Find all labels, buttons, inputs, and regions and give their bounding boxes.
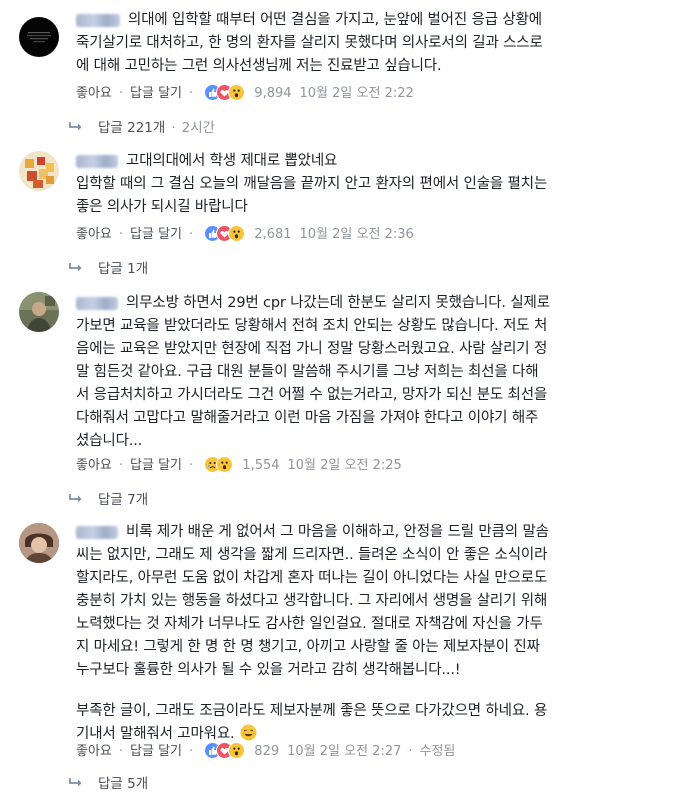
replies-row[interactable]: 답글 7개 [68, 488, 148, 508]
replies-row[interactable]: 답글 221개 · 2시간 [68, 116, 215, 136]
comment-line: 입학할 때의 그 결심 오늘의 깨달음을 끝까지 안고 환자의 편에서 인술을 … [76, 176, 548, 192]
comment-line: 다해줘서 고맙다고 말해줄거라고 이런 마음 가짐을 가져야 한다고 이야기 해… [76, 410, 539, 426]
comment-body: 의대에 입학할 때부터 어떤 결심을 가지고, 눈앞에 벌어진 응급 상황에 죽… [76, 9, 688, 78]
comment-line: 노력했다는 것 자체가 너무나도 감사한 일인걸요. 절대로 자책감에 자신을 … [76, 616, 543, 632]
comment-body: 고대의대에서 학생 제대로 뽑았네요 입학할 때의 그 결심 오늘의 깨달음을 … [76, 150, 688, 219]
smile-emoji-icon [240, 724, 257, 741]
commenter-name[interactable] [76, 296, 118, 310]
comment-timestamp[interactable]: 10월 2일 오전 2:36 [300, 227, 414, 242]
wow-reaction-icon [228, 742, 246, 759]
reply-arrow-icon [69, 122, 82, 131]
comment-line: 누구보다 훌륭한 의사가 될 수 있을 거라고 감히 생각해봅니다...! [76, 662, 461, 678]
like-link[interactable]: 좋아요 [76, 458, 112, 473]
reply-link[interactable]: 답글 달기 [130, 86, 182, 101]
wow-reaction-icon [216, 456, 234, 473]
comment-line: 씨는 없지만, 그래도 제 생각을 짧게 드리자면.. 들려온 소식이 안 좋은… [76, 547, 548, 563]
commenter-name[interactable] [76, 13, 120, 27]
avatar-image [19, 523, 59, 563]
comment-line: 에 대해 고민하는 그런 의사선생님께 저는 진료받고 싶습니다. [76, 58, 442, 74]
comment-line: 의대에 입학할 때부터 어떤 결심을 가지고, 눈앞에 벌어진 응급 상황에 [76, 9, 688, 32]
reaction-count[interactable]: 829 [254, 744, 279, 759]
edited-label[interactable]: 수정됨 [420, 744, 456, 759]
reply-arrow-icon [69, 263, 82, 272]
comment-timestamp[interactable]: 10월 2일 오전 2:27 [287, 744, 401, 759]
comment-line: 의무소방 하면서 29번 cpr 나갔는데 한분도 살리지 못했습니다. 실제로 [76, 292, 688, 315]
comment-line: 고대의대에서 학생 제대로 뽑았네요 [76, 150, 688, 173]
comment-line: 지 마세요! 그렇게 한 명 한 명 챙기고, 아끼고 사랑할 줄 아는 제보자… [76, 639, 540, 655]
replies-time: 2시간 [181, 120, 216, 136]
replies-count[interactable]: 답글 1개 [98, 261, 148, 277]
reply-link[interactable]: 답글 달기 [130, 744, 182, 759]
reply-link[interactable]: 답글 달기 [130, 227, 182, 242]
commenter-name[interactable] [76, 154, 118, 168]
replies-count[interactable]: 답글 5개 [98, 776, 148, 792]
comment-actions: 좋아요 · 답글 달기 · 829 10월 2일 오전 2:27 · 수정됨 [76, 742, 456, 759]
reply-arrow-icon [69, 494, 82, 503]
comment-actions: 좋아요 · 답글 달기 · 2,681 10월 2일 오전 2:36 [76, 225, 414, 242]
reaction-icons[interactable] [204, 742, 248, 759]
replies-count[interactable]: 답글 7개 [98, 492, 148, 508]
like-link[interactable]: 좋아요 [76, 86, 112, 101]
avatar-image [19, 292, 59, 332]
comment-line: 음에는 교육은 받았지만 현장에 직접 가니 정말 당황스러웠고요. 사람 살리… [76, 341, 548, 357]
comment-body: 비록 제가 배운 게 없어서 그 마음을 이해하고, 안정을 드릴 만큼의 말솜… [76, 521, 688, 746]
like-link[interactable]: 좋아요 [76, 227, 112, 242]
avatar-image [27, 32, 51, 43]
comment-line: 할지라도, 아무런 도움 없이 차갑게 혼자 떠나는 길이 아니었다는 사실 만… [76, 570, 548, 586]
like-link[interactable]: 좋아요 [76, 744, 112, 759]
wow-reaction-icon [228, 84, 246, 101]
comment-line: 좋은 의사가 되시길 바랍니다 [76, 199, 248, 215]
comment-line: 셨습니다... [76, 433, 143, 449]
reaction-icons[interactable] [204, 84, 248, 101]
reaction-count[interactable]: 2,681 [254, 227, 291, 242]
commenter-name[interactable] [76, 525, 118, 539]
replies-count[interactable]: 답글 221개 [98, 120, 165, 136]
reaction-count[interactable]: 1,554 [242, 458, 279, 473]
reaction-icons[interactable] [204, 225, 248, 242]
comment-line: 부족한 글이, 그래도 조금이라도 제보자분께 좋은 뜻으로 다가갔으면 하네요… [76, 703, 548, 719]
replies-row[interactable]: 답글 1개 [68, 257, 148, 277]
comment-body: 의무소방 하면서 29번 cpr 나갔는데 한분도 살리지 못했습니다. 실제로… [76, 292, 688, 453]
commenter-avatar[interactable] [19, 523, 59, 563]
comment-actions: 좋아요 · 답글 달기 · 1,554 10월 2일 오전 2:25 [76, 456, 402, 473]
reply-link[interactable]: 답글 달기 [130, 458, 182, 473]
comment-actions: 좋아요 · 답글 달기 · 9,894 10월 2일 오전 2:22 [76, 84, 414, 101]
comment-line: 비록 제가 배운 게 없어서 그 마음을 이해하고, 안정을 드릴 만큼의 말솜 [76, 521, 688, 544]
comment-line: 죽기살기로 대처하고, 한 명의 환자를 살리지 못했다며 의사로서의 길과 스… [76, 35, 543, 51]
wow-reaction-icon [228, 225, 246, 242]
avatar-image [25, 157, 54, 188]
reaction-icons[interactable] [204, 456, 236, 473]
commenter-avatar[interactable] [19, 17, 59, 57]
commenter-avatar[interactable] [19, 292, 59, 332]
comment-timestamp[interactable]: 10월 2일 오전 2:22 [300, 86, 414, 101]
replies-row[interactable]: 답글 5개 [68, 772, 148, 792]
comment-line: 가보면 교육을 받았더라도 당황해서 전혀 조치 안되는 상황도 많습니다. 저… [76, 318, 548, 334]
comment-line: 충분히 가치 있는 행동을 하셨다고 생각합니다. 그 자리에서 생명을 살리기… [76, 593, 548, 609]
comment-line: 서 응급처치하고 가시더라도 그건 어쩔 수 없는거라고, 망자가 되신 분도 … [76, 387, 548, 403]
comment-timestamp[interactable]: 10월 2일 오전 2:25 [288, 458, 402, 473]
comment-line: 말 힘든것 같아요. 구급 대원 분들이 말씀해 주시기를 그냥 저희는 최선을… [76, 364, 539, 380]
commenter-avatar[interactable] [19, 151, 59, 191]
reply-arrow-icon [69, 778, 82, 787]
reaction-count[interactable]: 9,894 [254, 86, 291, 101]
